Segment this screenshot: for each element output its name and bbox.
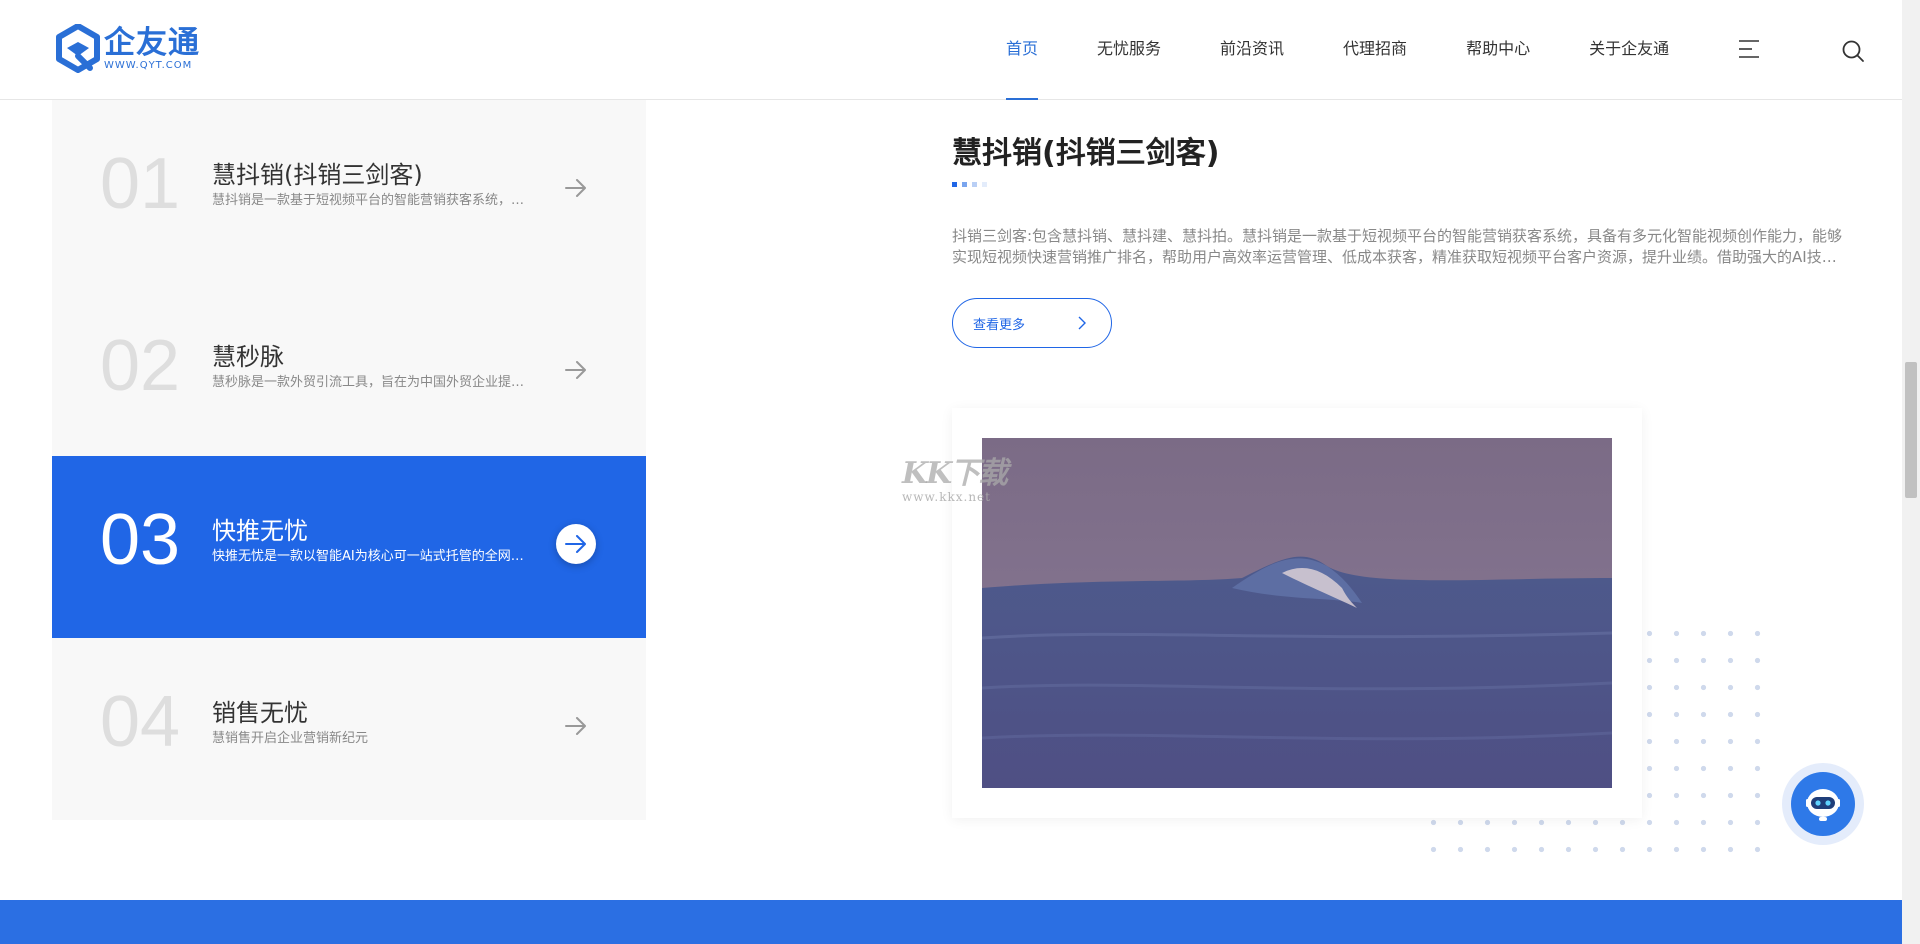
nav-item-news[interactable]: 前沿资讯 <box>1220 0 1284 100</box>
watermark: KK下载 www.kkx.net <box>902 448 1008 504</box>
logo-url: WWW.QYT.COM <box>104 60 193 71</box>
robot-icon <box>1791 772 1855 836</box>
watermark-text: KK下载 <box>902 456 1008 491</box>
product-number: 03 <box>100 500 181 580</box>
nav-item-about[interactable]: 关于企友通 <box>1589 0 1669 100</box>
product-desc: 慧抖销是一款基于短视频平台的智能营销获客系统，具备有多元化智能视频创作能力 <box>212 193 534 208</box>
title-decoration <box>952 182 992 187</box>
footer-section <box>0 900 1902 944</box>
arrow-right-icon[interactable] <box>556 168 596 208</box>
product-title: 销售无忧 <box>212 699 308 727</box>
view-more-label: 查看更多 <box>973 317 1026 333</box>
watermark-url: www.kkx.net <box>902 490 991 504</box>
nav-item-agency[interactable]: 代理招商 <box>1343 0 1407 100</box>
product-title: 快推无忧 <box>212 517 308 545</box>
wave-image <box>982 438 1612 788</box>
nav-item-help[interactable]: 帮助中心 <box>1466 0 1530 100</box>
logo-name: 企友通 <box>104 25 200 61</box>
main-nav: 首页 无忧服务 前沿资讯 代理招商 帮助中心 关于企友通 <box>1006 0 1728 100</box>
logo-icon <box>56 24 100 73</box>
product-number: 04 <box>100 682 181 762</box>
arrow-right-icon[interactable] <box>556 350 596 390</box>
chevron-right-icon <box>1078 316 1086 330</box>
chat-bot-button[interactable] <box>1782 763 1864 845</box>
product-number: 02 <box>100 326 181 406</box>
product-item-01[interactable]: 01 慧抖销(抖销三剑客) 慧抖销是一款基于短视频平台的智能营销获客系统，具备有… <box>52 100 646 282</box>
page-scrollbar[interactable] <box>1902 0 1920 944</box>
product-desc: 慧秒脉是一款外贸引流工具，旨在为中国外贸企业提供精准获客服务 <box>212 375 534 390</box>
product-title: 慧抖销(抖销三剑客) <box>212 161 423 189</box>
arrow-right-icon[interactable] <box>556 524 596 564</box>
product-number: 01 <box>100 144 181 224</box>
site-header: 企友通 WWW.QYT.COM 首页 无忧服务 前沿资讯 代理招商 帮助中心 关… <box>0 0 1902 100</box>
product-item-03[interactable]: 03 快推无忧 快推无忧是一款以智能AI为核心可一站式托管的全网营销推广平台 <box>52 456 646 638</box>
arrow-right-icon[interactable] <box>556 706 596 746</box>
scrollbar-thumb[interactable] <box>1905 362 1917 498</box>
search-icon[interactable] <box>1841 39 1865 63</box>
product-desc: 慧销售开启企业营销新纪元 <box>212 731 369 746</box>
product-desc: 快推无忧是一款以智能AI为核心可一站式托管的全网营销推广平台 <box>212 549 534 564</box>
view-more-button[interactable]: 查看更多 <box>952 298 1112 348</box>
product-title: 慧秒脉 <box>212 343 284 371</box>
product-item-02[interactable]: 02 慧秒脉 慧秒脉是一款外贸引流工具，旨在为中国外贸企业提供精准获客服务 <box>52 282 646 464</box>
product-list: 01 慧抖销(抖销三剑客) 慧抖销是一款基于短视频平台的智能营销获客系统，具备有… <box>52 100 646 820</box>
product-image-card <box>952 408 1642 818</box>
product-item-04[interactable]: 04 销售无忧 慧销售开启企业营销新纪元 <box>52 638 646 820</box>
detail-description: 抖销三剑客:包含慧抖销、慧抖建、慧抖拍。慧抖销是一款基于短视频平台的智能营销获客… <box>952 227 1843 266</box>
nav-item-services[interactable]: 无忧服务 <box>1097 0 1161 100</box>
nav-item-home[interactable]: 首页 <box>1006 0 1039 100</box>
detail-title: 慧抖销(抖销三剑客) <box>952 136 1220 171</box>
site-logo[interactable]: 企友通 WWW.QYT.COM <box>56 24 200 74</box>
menu-icon[interactable] <box>1738 39 1760 59</box>
